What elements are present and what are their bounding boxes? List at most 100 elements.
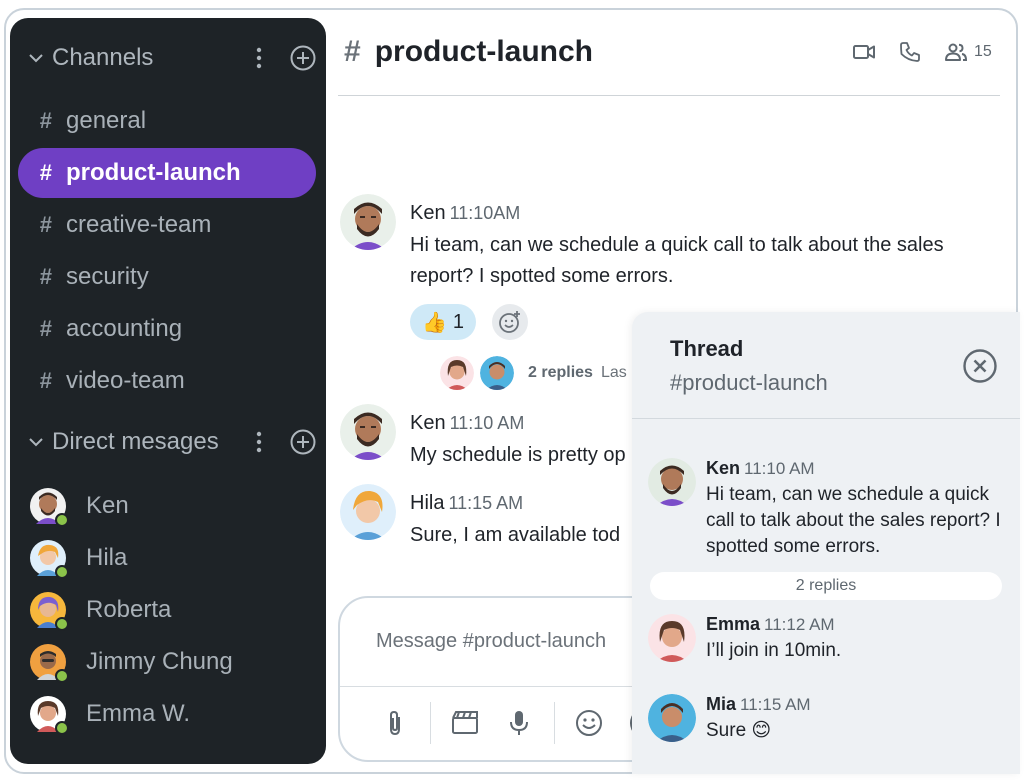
avatar bbox=[30, 644, 69, 683]
phone-icon[interactable] bbox=[898, 40, 922, 64]
avatar bbox=[30, 696, 69, 735]
author-name[interactable]: Ken bbox=[706, 458, 740, 478]
channel-title: # product-launch bbox=[344, 30, 593, 74]
channel-item-accounting[interactable]: # accounting bbox=[18, 304, 316, 354]
replies-count[interactable]: 2 replies bbox=[528, 364, 593, 382]
message-text: I’ll join in 10min. bbox=[706, 640, 842, 661]
thread-divider bbox=[632, 418, 1020, 419]
channel-item-product-launch[interactable]: # product-launch bbox=[18, 148, 316, 198]
hash-icon: # bbox=[39, 212, 52, 237]
dm-section-header[interactable]: Direct mesages bbox=[26, 422, 316, 462]
message-time: 11:12 AM bbox=[764, 615, 835, 634]
add-dm-icon[interactable] bbox=[290, 429, 316, 455]
avatar bbox=[480, 356, 514, 390]
author-name[interactable]: Mia bbox=[706, 694, 736, 714]
channel-label: general bbox=[66, 107, 147, 134]
close-icon[interactable] bbox=[962, 348, 998, 384]
message-time: 11:15 AM bbox=[740, 695, 811, 714]
channel-item-security[interactable]: # security bbox=[18, 252, 316, 302]
hash-icon: # bbox=[39, 160, 52, 185]
chevron-down-icon[interactable] bbox=[26, 432, 46, 452]
thread-title: Thread bbox=[670, 336, 744, 361]
composer-placeholder[interactable]: Message #product-launch bbox=[376, 630, 606, 653]
message-time: 11:15 AM bbox=[448, 493, 524, 513]
dm-label: Hila bbox=[86, 544, 128, 571]
emoji-icon[interactable] bbox=[574, 708, 604, 738]
avatar[interactable] bbox=[648, 694, 696, 742]
reaction-thumbs-up[interactable]: 👍 1 bbox=[410, 304, 476, 340]
channel-item-creative-team[interactable]: # creative-team bbox=[18, 200, 316, 250]
avatar[interactable] bbox=[340, 404, 396, 460]
video-clip-icon[interactable] bbox=[450, 708, 480, 738]
channel-label: security bbox=[66, 263, 149, 290]
thumbs-up-emoji: 👍 bbox=[421, 311, 447, 334]
channels-header-label: Channels bbox=[52, 44, 154, 71]
dm-item-roberta[interactable]: Roberta bbox=[30, 588, 171, 632]
message-header: Mia 11:15 AM bbox=[706, 694, 811, 715]
channel-label: video-team bbox=[66, 367, 185, 394]
sidebar: Channels # general # product-launch # cr… bbox=[10, 18, 326, 764]
message-text: Sure 😊 bbox=[706, 720, 772, 741]
author-name[interactable]: Ken bbox=[410, 202, 446, 224]
channel-label: creative-team bbox=[66, 211, 212, 238]
microphone-icon[interactable] bbox=[504, 708, 534, 738]
dm-label: Roberta bbox=[86, 596, 172, 623]
more-options-icon[interactable] bbox=[254, 430, 264, 454]
member-count[interactable]: 15 bbox=[974, 43, 992, 61]
message-header: Ken 11:10 AM bbox=[706, 458, 815, 479]
avatar bbox=[30, 540, 69, 579]
channel-label: accounting bbox=[66, 315, 183, 342]
people-icon[interactable] bbox=[944, 40, 968, 64]
video-icon[interactable] bbox=[852, 40, 876, 64]
author-name[interactable]: Emma bbox=[706, 614, 760, 634]
add-channel-icon[interactable] bbox=[290, 45, 316, 71]
channel-item-general[interactable]: # general bbox=[18, 96, 316, 146]
dm-label: Ken bbox=[86, 492, 129, 519]
more-options-icon[interactable] bbox=[254, 46, 264, 70]
online-status-dot bbox=[55, 669, 69, 683]
channel-title-text: product-launch bbox=[374, 35, 594, 68]
last-reply-label: Las bbox=[600, 364, 627, 381]
message-text: Hi team, can we schedule a quick call to… bbox=[410, 234, 944, 287]
avatar bbox=[30, 592, 69, 631]
dm-item-hila[interactable]: Hila bbox=[30, 536, 127, 580]
message-text: Hi team, can we schedule a quick call to… bbox=[706, 484, 1001, 557]
avatar[interactable] bbox=[340, 194, 396, 250]
add-reaction-button[interactable] bbox=[492, 304, 528, 340]
hash-icon: # bbox=[39, 368, 52, 393]
author-name[interactable]: Hila bbox=[410, 492, 444, 514]
avatar[interactable] bbox=[340, 484, 396, 540]
hash-icon: # bbox=[39, 316, 52, 341]
author-name[interactable]: Ken bbox=[410, 412, 446, 434]
chevron-down-icon[interactable] bbox=[26, 48, 46, 68]
channel-item-video-team[interactable]: # video-team bbox=[18, 356, 316, 406]
message-header: Emma 11:12 AM bbox=[706, 614, 835, 635]
toolbar-divider bbox=[430, 702, 431, 744]
header-actions: 15 bbox=[852, 38, 992, 66]
avatar[interactable] bbox=[648, 458, 696, 506]
dm-item-ken[interactable]: Ken bbox=[30, 484, 129, 528]
attachment-icon[interactable] bbox=[380, 708, 410, 738]
avatar[interactable] bbox=[648, 614, 696, 662]
online-status-dot bbox=[55, 721, 69, 735]
toolbar-divider bbox=[554, 702, 555, 744]
online-status-dot bbox=[55, 565, 69, 579]
thread-panel: Thread #product-launch Ken 11:10 AM Hi te… bbox=[632, 312, 1020, 774]
thread-channel: #product-launch bbox=[670, 370, 828, 395]
message-header: Ken 11:10AM bbox=[410, 202, 520, 225]
hash-icon: # bbox=[344, 35, 361, 68]
message-time: 11:10 AM bbox=[744, 459, 815, 478]
message-time: 11:10AM bbox=[449, 203, 521, 223]
dm-item-emma-w[interactable]: Emma W. bbox=[30, 692, 190, 736]
reaction-count: 1 bbox=[452, 310, 465, 333]
dm-header-label: Direct mesages bbox=[52, 428, 219, 455]
thread-replies-summary[interactable]: 2 replies Las bbox=[440, 356, 627, 390]
message-header: Hila 11:15 AM bbox=[410, 492, 523, 515]
dm-label: Jimmy Chung bbox=[86, 648, 233, 675]
dm-label: Emma W. bbox=[86, 700, 191, 727]
channel-label: product-launch bbox=[66, 159, 241, 186]
dm-item-jimmy-chung[interactable]: Jimmy Chung bbox=[30, 640, 233, 684]
add-emoji-icon bbox=[499, 311, 520, 333]
avatar bbox=[440, 356, 474, 390]
channels-section-header[interactable]: Channels bbox=[26, 38, 316, 78]
